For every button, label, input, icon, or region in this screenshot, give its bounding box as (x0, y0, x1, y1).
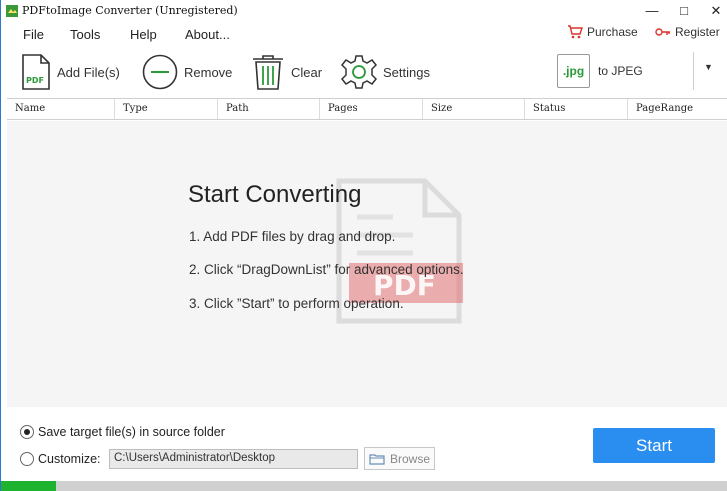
add-files-button[interactable]: PDF Add File(s) (21, 50, 120, 94)
format-dropdown[interactable]: .jpg to JPEG (557, 53, 693, 89)
app-window: PDFtoImage Converter (Unregistered) — □ … (0, 0, 727, 491)
jpg-format-icon: .jpg (557, 54, 590, 88)
format-label: to JPEG (598, 64, 643, 78)
menu-about[interactable]: About... (185, 27, 230, 42)
add-pdf-file-icon: PDF (22, 54, 50, 90)
title-bar: PDFtoImage Converter (Unregistered) — □ … (1, 0, 727, 22)
folder-icon (369, 453, 385, 465)
dropdown-arrow-icon[interactable]: ▼ (704, 62, 713, 72)
svg-text:PDF: PDF (26, 76, 44, 85)
clear-button[interactable]: Clear (251, 50, 322, 94)
settings-button[interactable]: Settings (341, 50, 430, 94)
progress-bar (1, 481, 727, 491)
column-status[interactable]: Status (525, 99, 628, 119)
step-3-text: 3. Click ”Start” to perform operation. (189, 296, 404, 311)
customize-radio[interactable] (20, 452, 34, 466)
menu-file[interactable]: File (23, 27, 44, 42)
step-1-text: 1. Add PDF files by drag and drop. (189, 229, 396, 244)
register-link[interactable]: Register (655, 25, 720, 39)
toolbar-divider (693, 52, 694, 90)
progress-fill (1, 481, 56, 491)
cart-icon (568, 25, 583, 39)
customize-label: Customize: (38, 452, 101, 466)
purchase-label: Purchase (587, 25, 638, 39)
trash-icon (253, 55, 283, 90)
minimize-icon[interactable]: — (635, 0, 669, 22)
file-drop-area[interactable]: PDF Start Converting 1. Add PDF files by… (7, 121, 727, 407)
remove-label: Remove (184, 64, 233, 80)
output-path-field[interactable]: C:\Users\Administrator\Desktop (109, 449, 358, 469)
key-icon (655, 28, 670, 36)
column-size[interactable]: Size (423, 99, 525, 119)
browse-label: Browse (389, 451, 430, 466)
toolbar: PDF Add File(s) Remove Clear Settings .j… (1, 50, 727, 96)
menu-tools[interactable]: Tools (70, 27, 100, 42)
register-label: Register (675, 25, 720, 39)
column-name[interactable]: Name (7, 99, 115, 119)
save-source-radio[interactable] (20, 425, 34, 439)
file-list-header: Name Type Path Pages Size Status PageRan… (7, 98, 727, 120)
remove-button[interactable]: Remove (142, 50, 232, 94)
purchase-link[interactable]: Purchase (567, 25, 638, 39)
browse-button[interactable]: Browse (364, 447, 435, 470)
close-icon[interactable]: ✕ (699, 0, 727, 22)
column-type[interactable]: Type (115, 99, 218, 119)
app-logo-icon (6, 5, 18, 17)
column-pagerange[interactable]: PageRange (628, 99, 727, 119)
start-button[interactable]: Start (593, 428, 715, 463)
gear-icon (341, 55, 377, 89)
start-heading: Start Converting (188, 181, 362, 208)
clear-label: Clear (291, 64, 323, 80)
settings-label: Settings (383, 64, 430, 80)
step-2-text: 2. Click “DragDownList” for advanced opt… (189, 262, 464, 277)
menu-help[interactable]: Help (130, 27, 157, 42)
remove-icon (142, 54, 178, 90)
window-title: PDFtoImage Converter (Unregistered) (22, 4, 238, 17)
maximize-icon[interactable]: □ (667, 0, 701, 22)
save-source-label: Save target file(s) in source folder (38, 425, 225, 439)
column-pages[interactable]: Pages (320, 99, 423, 119)
column-path[interactable]: Path (218, 99, 320, 119)
add-files-label: Add File(s) (57, 64, 120, 80)
